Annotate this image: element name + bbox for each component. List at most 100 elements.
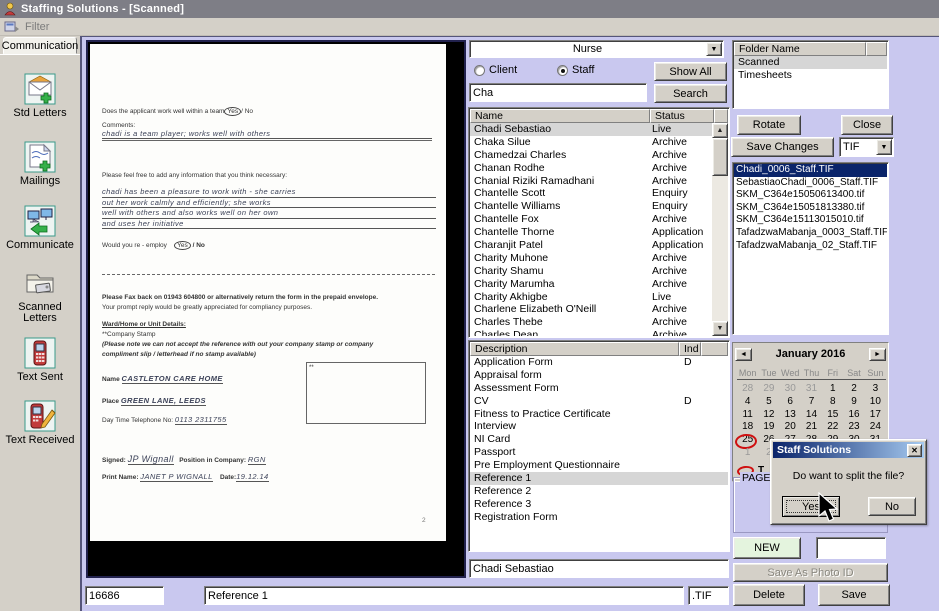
client-radio-icon[interactable] xyxy=(474,65,485,76)
name-row[interactable]: Charity Marumha Archive xyxy=(470,278,712,291)
scroll-thumb[interactable] xyxy=(712,138,728,176)
file-row[interactable]: TafadzwaMabanja_0003_Staff.TIF xyxy=(734,227,887,240)
name-row[interactable]: Charity Akhigbe Live xyxy=(470,291,712,304)
file-extension-field[interactable] xyxy=(688,586,729,605)
chevron-down-icon[interactable]: ▼ xyxy=(876,139,892,155)
format-combo[interactable]: TIF ▼ xyxy=(839,137,894,157)
calendar-cell[interactable]: 24 xyxy=(865,421,886,434)
new-button[interactable]: NEW xyxy=(733,537,801,559)
names-scrollbar[interactable]: ▲ ▼ xyxy=(712,123,728,336)
calendar-cell[interactable]: 20 xyxy=(780,421,801,434)
calendar-cell[interactable]: 1 xyxy=(737,447,758,460)
calendar-cell[interactable]: 2 xyxy=(843,383,864,396)
name-row[interactable]: Chanial Riziki Ramadhani Archive xyxy=(470,175,712,188)
sidebar-item-scanned-letters[interactable]: Scanned Letters xyxy=(0,267,80,324)
search-input[interactable] xyxy=(469,83,647,102)
description-row[interactable]: Appraisal form xyxy=(470,369,728,382)
column-header-folder-name[interactable]: Folder Name xyxy=(734,42,866,56)
show-all-button[interactable]: Show All xyxy=(654,62,727,81)
column-header-description[interactable]: Description xyxy=(470,342,679,356)
description-row[interactable]: Application Form D xyxy=(470,356,728,369)
save-button[interactable]: Save xyxy=(818,584,890,606)
calendar-cell[interactable]: 10 xyxy=(865,396,886,409)
radio-client[interactable]: Client xyxy=(474,64,517,76)
name-row[interactable]: Chantelle Thorne Application xyxy=(470,226,712,239)
sidebar-item-std-letters[interactable]: Std Letters xyxy=(0,73,80,119)
calendar-cell[interactable]: 30 xyxy=(780,383,801,396)
name-row[interactable]: Charity Muhone Archive xyxy=(470,252,712,265)
calendar-cell[interactable]: 29 xyxy=(758,383,779,396)
description-row[interactable]: Interview xyxy=(470,420,728,433)
calendar-cell[interactable]: 15 xyxy=(822,409,843,422)
description-row[interactable]: Reference 1 xyxy=(470,472,728,485)
sidebar-item-text-received[interactable]: Text Received xyxy=(0,400,80,446)
calendar-cell[interactable]: 23 xyxy=(843,421,864,434)
calendar-next-icon[interactable]: ► xyxy=(869,348,886,361)
name-row[interactable]: Chadi Sebastiao Live xyxy=(470,123,712,136)
calendar-cell[interactable]: 22 xyxy=(822,421,843,434)
rotate-button[interactable]: Rotate xyxy=(737,115,801,135)
file-row[interactable]: Chadi_0006_Staff.TIF xyxy=(734,164,887,177)
name-row[interactable]: Chantelle Scott Enquiry xyxy=(470,187,712,200)
calendar-cell[interactable]: 28 xyxy=(737,383,758,396)
name-row[interactable]: Chaka Silue Archive xyxy=(470,136,712,149)
name-row[interactable]: Chanan Rodhe Archive xyxy=(470,162,712,175)
filter-icon[interactable] xyxy=(4,20,20,33)
close-button[interactable]: Close xyxy=(841,115,893,135)
calendar-cell[interactable]: 16 xyxy=(843,409,864,422)
name-row[interactable]: Charles Dean Archive xyxy=(470,329,712,336)
file-row[interactable]: SKM_C364e15051813380.tif xyxy=(734,202,887,215)
calendar-cell[interactable]: 21 xyxy=(801,421,822,434)
column-header-status[interactable]: Status xyxy=(650,109,714,123)
name-row[interactable]: Chamedzai Charles Archive xyxy=(470,149,712,162)
description-row[interactable]: Fitness to Practice Certificate xyxy=(470,408,728,421)
file-row[interactable]: SKM_C364e15050613400.tif xyxy=(734,189,887,202)
record-id-field[interactable] xyxy=(85,586,164,605)
calendar-cell[interactable]: 19 xyxy=(758,421,779,434)
chevron-down-icon[interactable]: ▼ xyxy=(706,42,722,56)
folder-row[interactable]: Timesheets xyxy=(734,69,887,82)
column-header-name[interactable]: Name xyxy=(470,109,650,123)
calendar-cell[interactable]: 1 xyxy=(822,383,843,396)
calendar-cell[interactable]: 18 xyxy=(737,421,758,434)
save-as-photo-id-button[interactable]: Save As Photo ID xyxy=(733,563,888,582)
file-row[interactable]: SKM_C364e15113015010.tif xyxy=(734,214,887,227)
folder-row[interactable]: Scanned xyxy=(734,56,887,69)
name-row[interactable]: Charlene Elizabeth O'Neill Archive xyxy=(470,303,712,316)
description-row[interactable]: Reference 2 xyxy=(470,485,728,498)
category-combo[interactable]: Nurse ▼ xyxy=(469,40,724,58)
description-row[interactable]: Pre Employment Questionnaire xyxy=(470,459,728,472)
name-row[interactable]: Chantelle Fox Archive xyxy=(470,213,712,226)
calendar-cell[interactable]: 17 xyxy=(865,409,886,422)
calendar-cell[interactable]: 14 xyxy=(801,409,822,422)
name-row[interactable]: Charles Thebe Archive xyxy=(470,316,712,329)
search-button[interactable]: Search xyxy=(654,84,727,103)
calendar-cell[interactable]: 25 xyxy=(737,434,758,447)
file-row[interactable]: TafadzwaMabanja_02_Staff.TIF xyxy=(734,240,887,253)
description-row[interactable]: Assessment Form xyxy=(470,382,728,395)
calendar-cell[interactable]: 6 xyxy=(780,396,801,409)
scroll-down-icon[interactable]: ▼ xyxy=(712,321,728,336)
calendar-cell[interactable]: 3 xyxy=(865,383,886,396)
calendar-prev-icon[interactable]: ◄ xyxy=(735,348,752,361)
calendar-cell[interactable]: 11 xyxy=(737,409,758,422)
description-row[interactable]: CV D xyxy=(470,395,728,408)
calendar-cell[interactable]: 13 xyxy=(780,409,801,422)
file-row[interactable]: SebastiaoChadi_0006_Staff.TIF xyxy=(734,177,887,190)
name-row[interactable]: Charity Shamu Archive xyxy=(470,265,712,278)
calendar-cell[interactable]: 31 xyxy=(801,383,822,396)
document-type-field[interactable] xyxy=(204,586,684,605)
radio-staff[interactable]: Staff xyxy=(557,64,594,76)
dialog-title-bar[interactable]: Staff Solutions xyxy=(773,442,924,458)
description-row[interactable]: NI Card xyxy=(470,433,728,446)
delete-button[interactable]: Delete xyxy=(733,584,805,606)
calendar-cell[interactable]: 8 xyxy=(822,396,843,409)
name-row[interactable]: Chantelle Williams Enquiry xyxy=(470,200,712,213)
save-changes-button[interactable]: Save Changes xyxy=(731,137,834,157)
dialog-close-icon[interactable]: ✕ xyxy=(907,444,922,457)
name-row[interactable]: Charanjit Patel Application xyxy=(470,239,712,252)
sidebar-item-mailings[interactable]: Mailings xyxy=(0,141,80,187)
staff-radio-icon[interactable] xyxy=(557,65,568,76)
sidebar-item-text-sent[interactable]: Text Sent xyxy=(0,337,80,383)
calendar-cell[interactable]: 7 xyxy=(801,396,822,409)
